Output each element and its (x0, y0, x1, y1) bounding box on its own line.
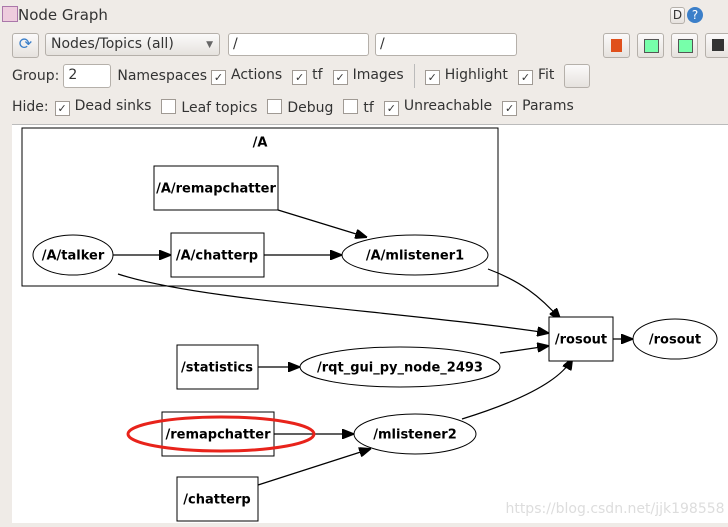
hide-label: Hide: (12, 99, 49, 115)
group-spinbox[interactable]: 2 (63, 64, 112, 88)
watermark: https://blog.csdn.net/jjk198558 (505, 501, 724, 517)
chevron-down-icon: ▼ (206, 40, 213, 50)
actions-checkbox[interactable]: ✓ Actions (211, 67, 282, 85)
graph-canvas[interactable]: /A /A/remapchatter /A/talker /A/chatterp… (12, 124, 728, 523)
label: /rosout (555, 333, 607, 348)
debug-checkbox[interactable]: Debug (267, 98, 333, 116)
app-icon (2, 6, 18, 22)
label: /A/remapchatter (156, 182, 276, 197)
mode-dropdown[interactable]: Nodes/Topics (all) ▼ (45, 33, 220, 56)
topic-filter-input[interactable]: / (375, 33, 517, 56)
label: /A/talker (42, 249, 105, 264)
hide-tf-checkbox[interactable]: tf (343, 98, 374, 116)
highlight-checkbox[interactable]: ✓ Highlight (424, 67, 508, 85)
fit-view-button[interactable] (564, 64, 591, 88)
load-dot-button[interactable] (603, 33, 630, 58)
help-icon[interactable]: ? (687, 7, 703, 23)
label: /chatterp (183, 493, 250, 508)
node-filter-input[interactable]: / (228, 33, 369, 56)
params-checkbox[interactable]: ✓ Params (502, 98, 574, 116)
tf-checkbox[interactable]: ✓ tf (292, 67, 323, 85)
mode-value: Nodes/Topics (all) (51, 36, 174, 52)
save-image-button[interactable] (705, 33, 728, 58)
label: /rosout (649, 333, 701, 348)
images-checkbox[interactable]: ✓ Images (332, 67, 404, 85)
save-dot-button[interactable] (637, 33, 664, 58)
d-button[interactable]: D (670, 7, 685, 24)
save-svg-button[interactable] (671, 33, 698, 58)
label: /A/chatterp (176, 249, 258, 264)
group-label: Group: (12, 68, 60, 84)
save-icon (678, 39, 693, 53)
label: /A/mlistener1 (366, 249, 464, 264)
label: /rqt_gui_py_node_2493 (317, 361, 483, 376)
file-icon (611, 39, 622, 52)
refresh-button[interactable]: ⟳ (12, 33, 39, 58)
dead-sinks-checkbox[interactable]: ✓ Dead sinks (54, 98, 151, 116)
label: /mlistener2 (373, 428, 457, 443)
label: /remapchatter (166, 428, 272, 443)
leaf-topics-checkbox[interactable]: Leaf topics (161, 98, 257, 116)
namespaces-label: Namespaces (117, 68, 208, 84)
namespace-label: /A (253, 136, 268, 151)
image-icon (712, 39, 724, 51)
window-title: Node Graph (18, 6, 108, 24)
save-icon (644, 39, 659, 53)
divider (413, 64, 415, 88)
fit-checkbox[interactable]: ✓ Fit (517, 67, 554, 85)
label: /statistics (181, 361, 253, 376)
unreachable-checkbox[interactable]: ✓ Unreachable (383, 98, 492, 116)
